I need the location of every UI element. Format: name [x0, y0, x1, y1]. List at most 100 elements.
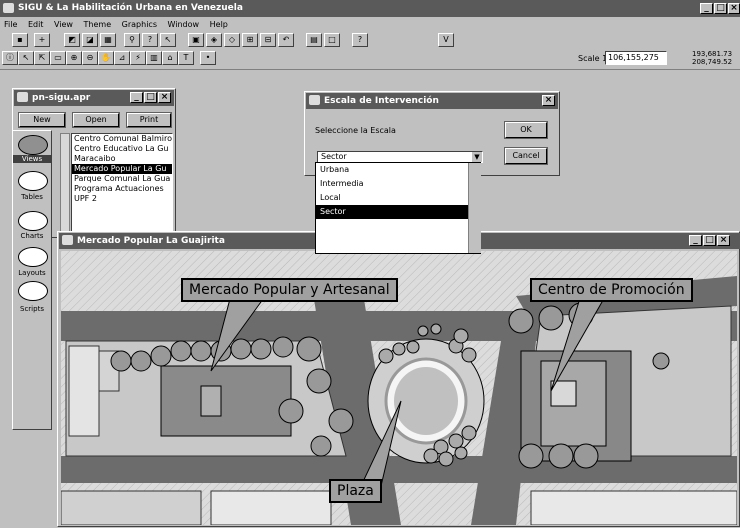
plaza-label: Plaza: [329, 479, 382, 503]
vertex-edit-icon[interactable]: ⇱: [34, 51, 50, 65]
dialog-titlebar: Escala de Intervención ×: [306, 93, 558, 109]
scale-select-value: Sector: [321, 152, 347, 161]
view-item-6[interactable]: Programa Actuaciones: [72, 184, 172, 194]
menu-graphics[interactable]: Graphics: [122, 20, 157, 29]
maximize-button[interactable]: □: [714, 3, 727, 14]
view-close-button[interactable]: ×: [717, 235, 730, 246]
tool-palette: ⓘ ↖ ⇱ ▭ ⊕ ⊖ ✋ ⊿ ⚡ ▥ ⌂ T • Scale 1: 106,1…: [0, 50, 740, 68]
view-item-3[interactable]: Maracaibo: [72, 154, 172, 164]
save-icon[interactable]: ▪: [12, 33, 28, 47]
tables-category-label[interactable]: Tables: [13, 193, 51, 201]
category-strip: Views Tables Charts Layouts Scripts: [12, 130, 52, 430]
zoom-out-tool-icon[interactable]: ⊖: [82, 51, 98, 65]
menu-help[interactable]: Help: [210, 20, 228, 29]
scale-input[interactable]: 106,155,275: [605, 51, 667, 65]
dialog-title: Escala de Intervención: [324, 96, 439, 106]
project-icon: [17, 92, 28, 102]
option-local[interactable]: Local: [316, 191, 472, 205]
find-icon[interactable]: ⚲: [124, 33, 140, 47]
tables-category-icon[interactable]: [18, 171, 48, 191]
option-sector[interactable]: Sector: [316, 205, 472, 219]
new-button[interactable]: New: [18, 112, 66, 128]
zoom-selected-icon[interactable]: ◇: [224, 33, 240, 47]
view-item-7[interactable]: UPF 2: [72, 194, 172, 204]
project-maximize-button[interactable]: □: [144, 92, 157, 103]
dialog-icon: [309, 95, 320, 105]
menu-view[interactable]: View: [54, 20, 73, 29]
view-minimize-button[interactable]: _: [689, 235, 702, 246]
views-list: Centro Comunal Balmiro Centro Educativo …: [71, 133, 173, 233]
table-icon[interactable]: ▦: [100, 33, 116, 47]
coordinate-x: 193,681.73: [692, 50, 733, 58]
app-titlebar: SIGU & La Habilitación Urbana en Venezue…: [0, 0, 740, 17]
zoom-previous-icon[interactable]: ↶: [278, 33, 294, 47]
mercado-building: [160, 365, 292, 437]
menu-window[interactable]: Window: [168, 20, 200, 29]
mercado-label: Mercado Popular y Artesanal: [181, 278, 398, 302]
measure-icon[interactable]: ⊿: [114, 51, 130, 65]
theme-properties-icon[interactable]: ◩: [64, 33, 80, 47]
coordinate-y: 208,749.52: [692, 58, 733, 66]
minimize-button[interactable]: _: [700, 3, 713, 14]
label-icon[interactable]: ⌂: [162, 51, 178, 65]
locate-icon[interactable]: ↖: [160, 33, 176, 47]
scripts-category-icon[interactable]: [18, 281, 48, 301]
option-urbana[interactable]: Urbana: [316, 163, 472, 177]
zoom-out-icon[interactable]: ⊟: [260, 33, 276, 47]
help-icon[interactable]: ?: [352, 33, 368, 47]
charts-category-icon[interactable]: [18, 211, 48, 231]
toolbar-buttons: ▪ + ◩ ◪ ▦ ⚲ ? ↖ ▣ ◈ ◇ ⊞ ⊟ ↶ ▤ □ ? V: [0, 32, 740, 50]
area-of-interest-icon[interactable]: ▥: [146, 51, 162, 65]
hotlink-icon[interactable]: ⚡: [130, 51, 146, 65]
info-icon[interactable]: ⓘ: [2, 51, 18, 65]
v-button[interactable]: V: [438, 33, 454, 47]
draw-point-icon[interactable]: •: [200, 51, 216, 65]
add-theme-icon[interactable]: +: [34, 33, 50, 47]
views-list-scrollbar[interactable]: [60, 133, 70, 233]
view-item-5[interactable]: Parque Comunal La Gua: [72, 174, 172, 184]
view-item-2[interactable]: Centro Educativo La Gu: [72, 144, 172, 154]
map-view-title: Mercado Popular La Guajirita: [77, 236, 225, 246]
select-feature-icon[interactable]: ▭: [50, 51, 66, 65]
zoom-active-icon[interactable]: ◈: [206, 33, 222, 47]
zoom-in-icon[interactable]: ⊞: [242, 33, 258, 47]
menu-file[interactable]: File: [4, 20, 17, 29]
dialog-prompt: Seleccione la Escala: [315, 126, 396, 135]
print-button[interactable]: Print: [126, 112, 172, 128]
project-close-button[interactable]: ×: [158, 92, 171, 103]
query-icon[interactable]: ?: [142, 33, 158, 47]
menu-bar: File Edit View Theme Graphics Window Hel…: [4, 19, 236, 31]
project-title: pn-sigu.apr: [32, 93, 91, 103]
project-titlebar: pn-sigu.apr _ □ ×: [14, 90, 174, 106]
centro-label: Centro de Promoción: [530, 278, 693, 302]
zoom-in-tool-icon[interactable]: ⊕: [66, 51, 82, 65]
view-item-4[interactable]: Mercado Popular La Gu: [72, 164, 172, 174]
project-minimize-button[interactable]: _: [130, 92, 143, 103]
view-maximize-button[interactable]: □: [703, 235, 716, 246]
text-icon[interactable]: T: [178, 51, 194, 65]
close-button[interactable]: ×: [728, 3, 740, 14]
pointer-icon[interactable]: ↖: [18, 51, 34, 65]
dropdown-scrollbar[interactable]: [468, 163, 481, 253]
charts-category-label[interactable]: Charts: [13, 232, 51, 240]
select-all-icon[interactable]: ▤: [306, 33, 322, 47]
dialog-ok-button[interactable]: OK: [504, 121, 548, 139]
menu-theme[interactable]: Theme: [84, 20, 112, 29]
views-category-label[interactable]: Views: [13, 155, 51, 163]
zoom-full-icon[interactable]: ▣: [188, 33, 204, 47]
dialog-close-button[interactable]: ×: [542, 95, 555, 106]
layouts-category-icon[interactable]: [18, 247, 48, 267]
option-intermedia[interactable]: Intermedia: [316, 177, 472, 191]
scripts-category-label[interactable]: Scripts: [13, 305, 51, 313]
clear-selection-icon[interactable]: □: [324, 33, 340, 47]
dialog-cancel-button[interactable]: Cancel: [504, 147, 548, 165]
edit-legend-icon[interactable]: ◪: [82, 33, 98, 47]
open-button[interactable]: Open: [72, 112, 120, 128]
layouts-category-label[interactable]: Layouts: [13, 269, 51, 277]
road-south: [61, 456, 737, 483]
views-category-icon[interactable]: [18, 135, 48, 155]
view-item-1[interactable]: Centro Comunal Balmiro: [72, 134, 172, 144]
pan-icon[interactable]: ✋: [98, 51, 114, 65]
menu-edit[interactable]: Edit: [28, 20, 44, 29]
chevron-down-icon[interactable]: ▼: [472, 152, 482, 162]
